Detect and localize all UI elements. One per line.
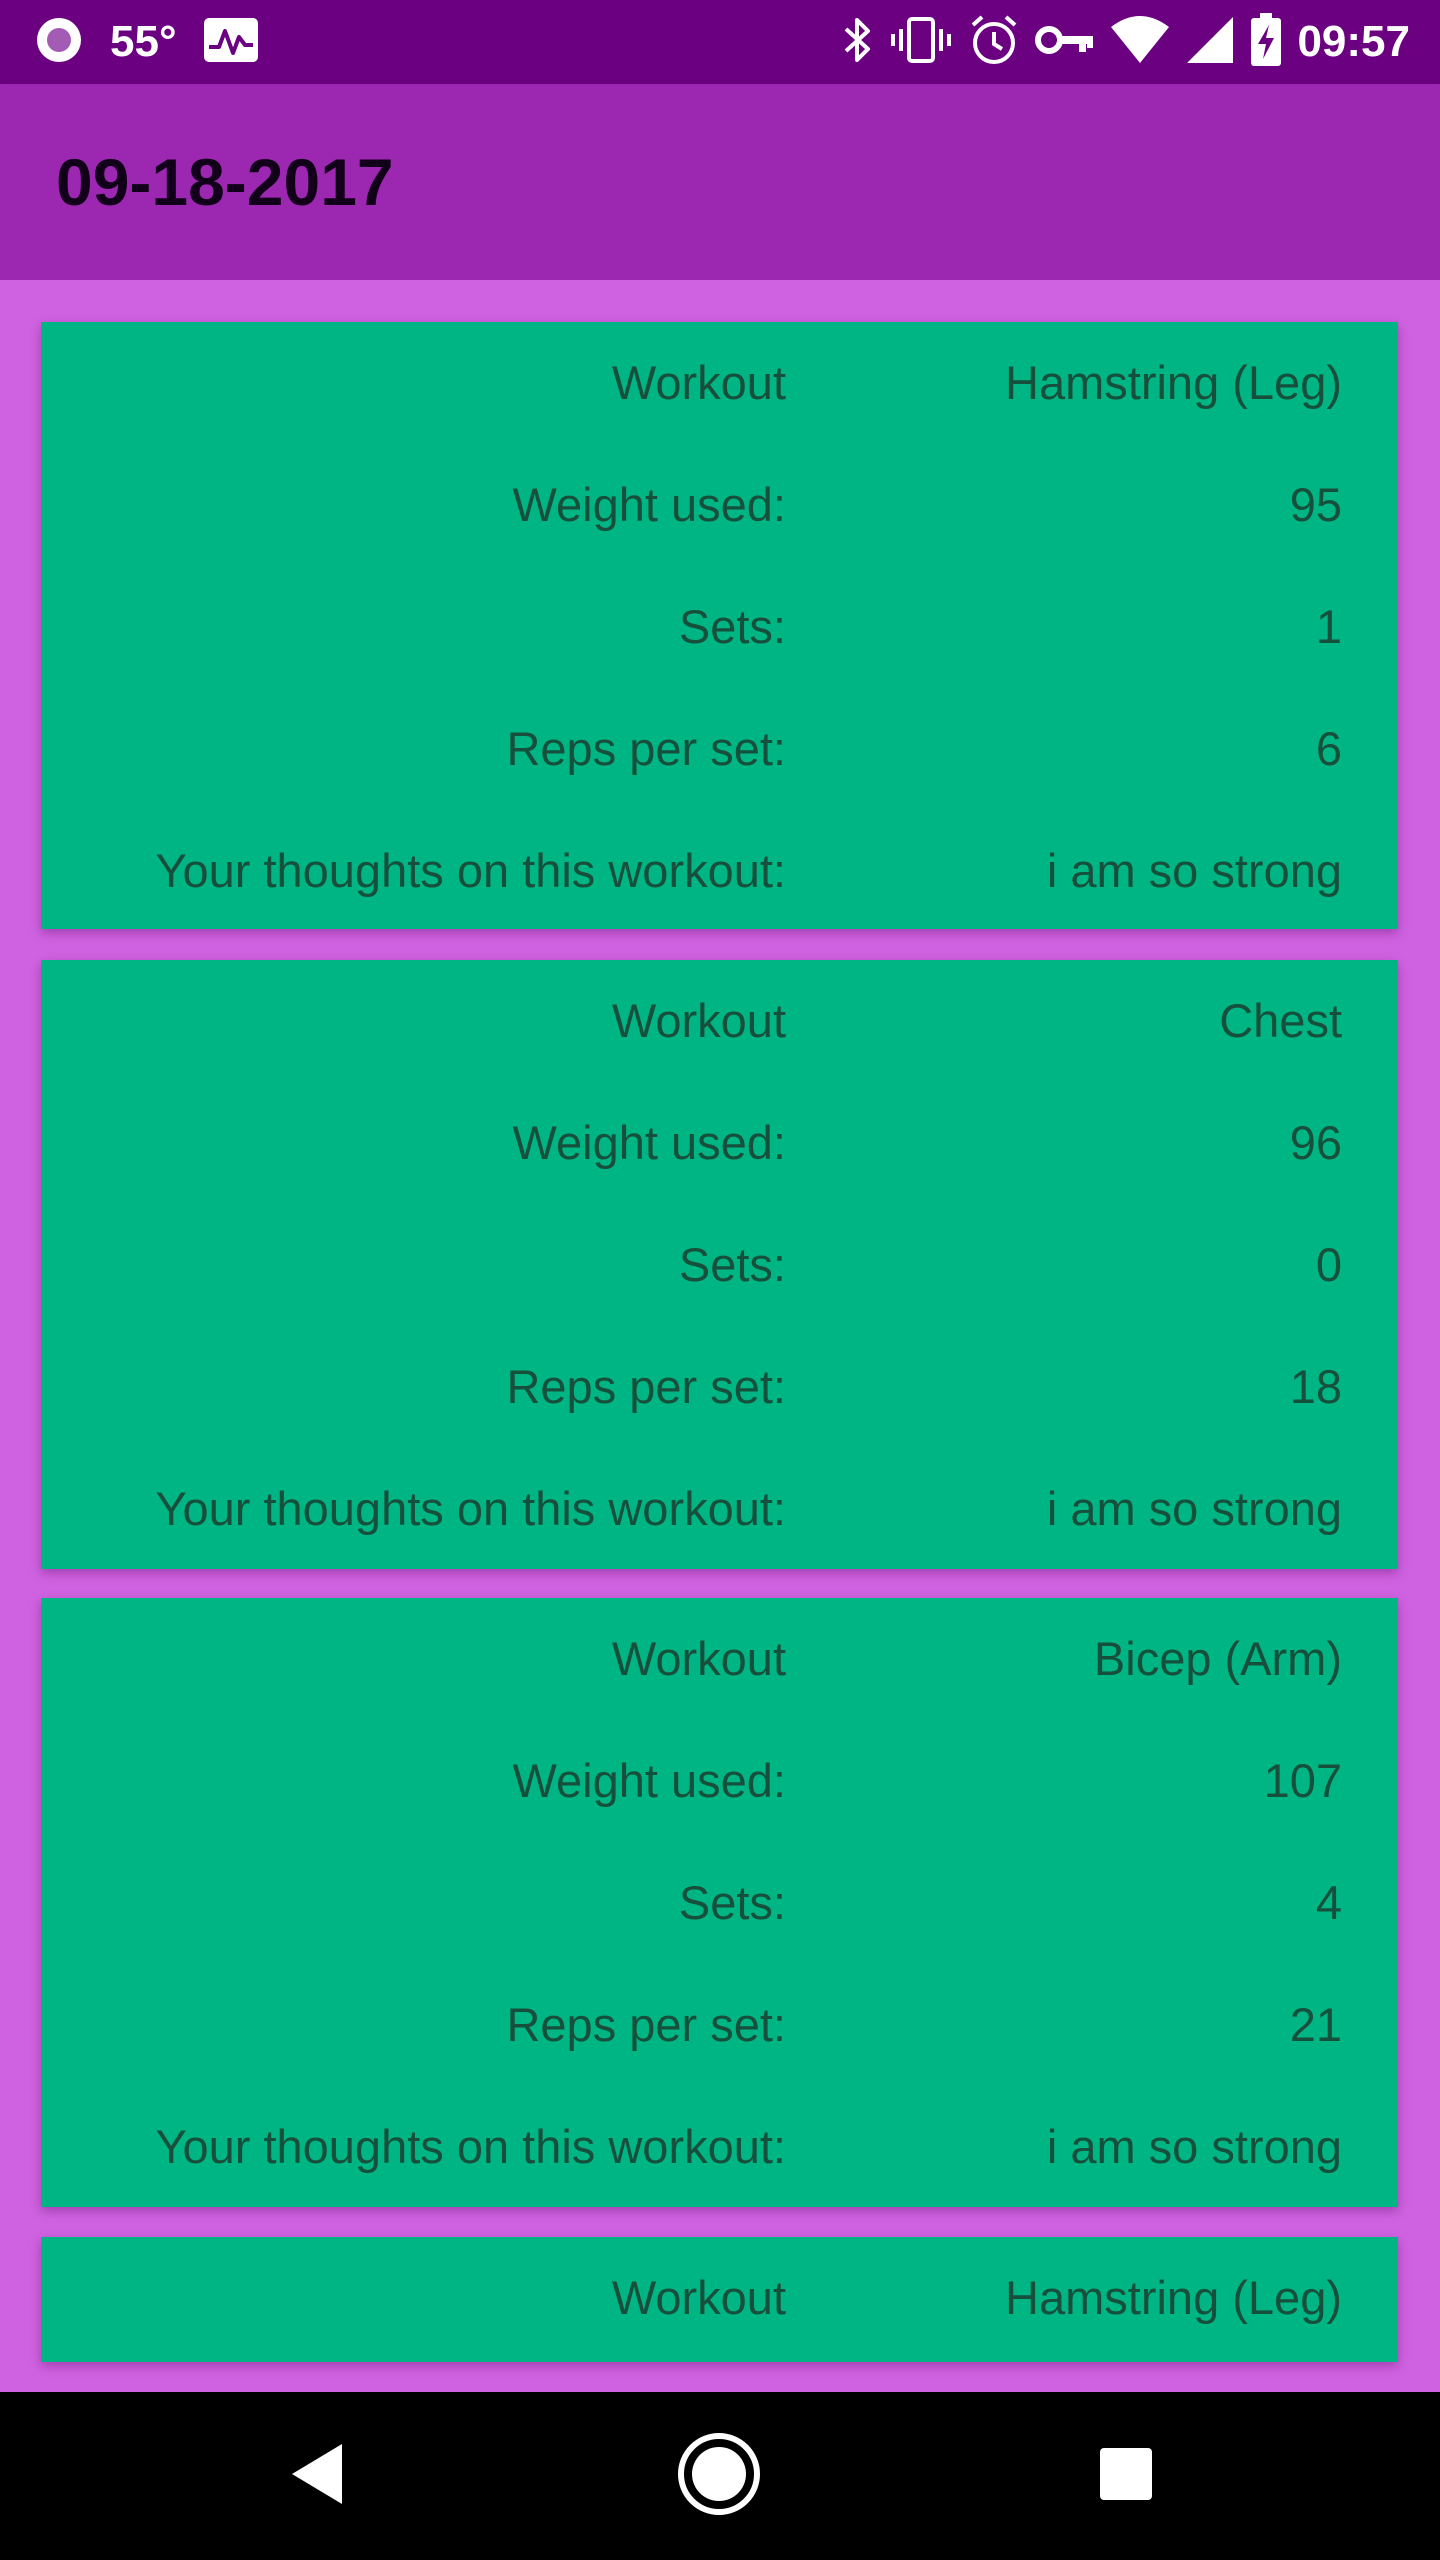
reps-value: 21	[1289, 1998, 1342, 2051]
thoughts-row: Your thoughts on this workout: i am so s…	[41, 1448, 1398, 1570]
clock-text: 09:57	[1297, 17, 1410, 66]
workout-value: Bicep (Arm)	[1093, 1632, 1342, 1685]
reps-label: Reps per set:	[506, 722, 786, 775]
vpn-key-icon	[1035, 20, 1095, 65]
home-icon	[677, 2432, 761, 2521]
vibrate-icon	[889, 15, 953, 70]
workout-label: Workout	[611, 1632, 786, 1685]
workout-list[interactable]: Workout Hamstring (Leg) Weight used: 95 …	[0, 280, 1440, 2392]
workout-card[interactable]: Workout Bicep (Arm) Weight used: 107 Set…	[41, 1598, 1398, 2207]
workout-label: Workout	[611, 994, 786, 1047]
battery-charging-icon	[1249, 12, 1283, 72]
navigation-bar	[0, 2392, 1440, 2560]
thoughts-label: Your thoughts on this workout:	[155, 1482, 786, 1535]
workout-card[interactable]: Workout Hamstring (Leg) Weight used: 95 …	[41, 322, 1398, 929]
reps-label: Reps per set:	[506, 1998, 786, 2051]
reps-label: Reps per set:	[506, 1360, 786, 1413]
sets-row: Sets: 0	[41, 1204, 1398, 1326]
sets-label: Sets:	[678, 1876, 786, 1929]
reps-value: 18	[1289, 1360, 1342, 1413]
sets-row: Sets: 4	[41, 1842, 1398, 1964]
thoughts-label: Your thoughts on this workout:	[155, 2120, 786, 2173]
sets-label: Sets:	[678, 1238, 786, 1291]
recents-icon	[1098, 2446, 1154, 2507]
sets-value: 1	[1315, 600, 1342, 653]
weight-label: Weight used:	[512, 1116, 786, 1169]
workout-card[interactable]: Workout Chest Weight used: 96 Sets: 0 Re…	[41, 960, 1398, 1569]
workout-row: Workout Bicep (Arm)	[41, 1598, 1398, 1720]
thoughts-value: i am so strong	[1046, 2120, 1342, 2173]
weight-value: 107	[1263, 1754, 1342, 1807]
workout-label: Workout	[611, 2271, 786, 2324]
weight-label: Weight used:	[512, 478, 786, 531]
thoughts-value: i am so strong	[1046, 1482, 1342, 1535]
workout-row: Workout Chest	[41, 960, 1398, 1082]
reps-row: Reps per set: 6	[41, 688, 1398, 810]
weight-row: Weight used: 96	[41, 1082, 1398, 1204]
home-button[interactable]	[635, 2392, 803, 2560]
sets-value: 0	[1315, 1238, 1342, 1291]
thoughts-row: Your thoughts on this workout: i am so s…	[41, 810, 1398, 932]
workout-value: Chest	[1219, 994, 1342, 1047]
sets-label: Sets:	[678, 600, 786, 653]
workout-value: Hamstring (Leg)	[1005, 2271, 1342, 2324]
back-icon	[288, 2442, 348, 2511]
workout-row: Workout Hamstring (Leg)	[41, 322, 1398, 444]
weight-label: Weight used:	[512, 1754, 786, 1807]
bluetooth-icon	[841, 15, 875, 70]
reps-row: Reps per set: 21	[41, 1964, 1398, 2086]
weight-value: 96	[1289, 1116, 1342, 1169]
status-bar: 55° 09:57	[0, 0, 1440, 84]
weight-value: 95	[1289, 478, 1342, 531]
record-icon	[34, 15, 84, 70]
reps-value: 6	[1315, 722, 1342, 775]
weight-row: Weight used: 95	[41, 444, 1398, 566]
thoughts-label: Your thoughts on this workout:	[155, 844, 786, 897]
workout-row: Workout Hamstring (Leg)	[41, 2237, 1398, 2359]
alarm-icon	[967, 13, 1021, 72]
workout-value: Hamstring (Leg)	[1005, 356, 1342, 409]
sets-row: Sets: 1	[41, 566, 1398, 688]
thoughts-value: i am so strong	[1046, 844, 1342, 897]
back-button[interactable]	[234, 2392, 402, 2560]
cellular-signal-icon	[1185, 15, 1235, 70]
activity-icon	[203, 17, 259, 68]
recents-button[interactable]	[1042, 2392, 1210, 2560]
page-title: 09-18-2017	[56, 145, 394, 219]
thoughts-row: Your thoughts on this workout: i am so s…	[41, 2086, 1398, 2208]
app-bar: 09-18-2017	[0, 84, 1440, 280]
status-bar-left: 55°	[34, 0, 259, 84]
weight-row: Weight used: 107	[41, 1720, 1398, 1842]
workout-card[interactable]: Workout Hamstring (Leg)	[41, 2237, 1398, 2362]
status-bar-right: 09:57	[841, 0, 1410, 84]
sets-value: 4	[1315, 1876, 1342, 1929]
temperature-text: 55°	[110, 17, 177, 66]
wifi-icon	[1109, 15, 1171, 70]
workout-label: Workout	[611, 356, 786, 409]
reps-row: Reps per set: 18	[41, 1326, 1398, 1448]
